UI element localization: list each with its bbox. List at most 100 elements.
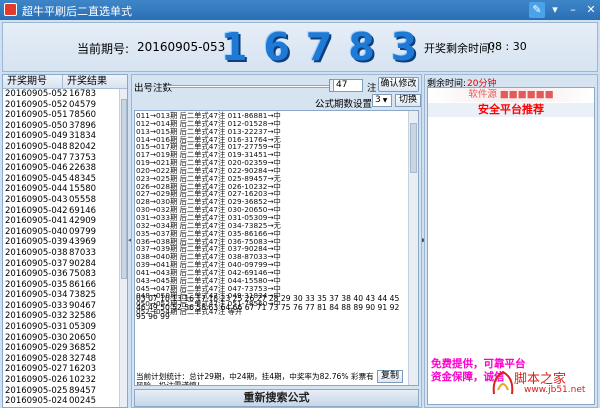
ad-box[interactable]: 软件源 ■■■■■■ 安全平台推荐 免费提供，可靠平台 资金保障，诚信 脚本之家… bbox=[427, 87, 595, 405]
table-row[interactable]: 20160905-02716203 bbox=[3, 364, 119, 375]
period-cell: 20160905-035 bbox=[5, 279, 68, 290]
draw-history-table: 开奖期号 开奖结果 20160905-05216783 20160905-05204… bbox=[2, 74, 128, 408]
period-cell: 20160905-038 bbox=[5, 247, 68, 258]
result-cell: 90284 bbox=[69, 258, 97, 269]
period-value: 20160905-053 bbox=[137, 40, 226, 54]
result-cell: 32748 bbox=[69, 353, 97, 364]
table-row[interactable]: 20160905-02589457 bbox=[3, 386, 119, 397]
app-icon bbox=[4, 3, 17, 16]
scroll-thumb[interactable] bbox=[410, 123, 417, 173]
table-row[interactable]: 20160905-04305558 bbox=[3, 195, 119, 206]
app-window: 超牛平刷后二直选单式 ✎ ▾ – ✕ 当前期号: 20160905-053 16… bbox=[0, 0, 600, 408]
table-row[interactable]: 20160905-03586166 bbox=[3, 280, 119, 291]
close-icon[interactable]: ✕ bbox=[583, 2, 599, 18]
ad-banner-text[interactable]: 软件源 ■■■■■■ bbox=[428, 88, 594, 102]
ad-panel: 剩余时间: 20分钟 软件源 ■■■■■■ 安全平台推荐 免费提供，可靠平台 资… bbox=[424, 74, 598, 408]
column-header-period[interactable]: 开奖期号 bbox=[3, 75, 63, 89]
table-row[interactable]: 20160905-03232586 bbox=[3, 311, 119, 322]
ad-title[interactable]: 安全平台推荐 bbox=[428, 103, 594, 117]
table-row[interactable]: 20160905-04415580 bbox=[3, 184, 119, 195]
copy-button[interactable]: 复制 bbox=[377, 370, 403, 383]
table-row[interactable]: 20160905-03473825 bbox=[3, 290, 119, 301]
confirm-button[interactable]: 确认修改 bbox=[378, 77, 419, 92]
table-row[interactable]: 20160905-03887033 bbox=[3, 248, 119, 259]
table-scrollbar[interactable] bbox=[119, 89, 127, 407]
result-cell: 32586 bbox=[69, 311, 97, 322]
period-cell: 20160905-032 bbox=[5, 311, 68, 322]
table-row[interactable]: 20160905-03020650 bbox=[3, 333, 119, 344]
result-cell: 37896 bbox=[69, 120, 97, 131]
result-cell: 36852 bbox=[69, 343, 97, 354]
table-row[interactable]: 20160905-05204579 bbox=[3, 100, 119, 111]
count-input[interactable]: 47 bbox=[333, 79, 363, 92]
table-row[interactable]: 20160905-04882042 bbox=[3, 142, 119, 153]
table-row[interactable]: 20160905-03943969 bbox=[3, 237, 119, 248]
research-formula-button[interactable]: 重新搜索公式 bbox=[134, 389, 419, 407]
scroll-thumb[interactable] bbox=[121, 99, 127, 279]
table-header: 开奖期号 开奖结果 bbox=[3, 75, 127, 89]
result-cell: 20650 bbox=[69, 332, 97, 343]
period-cell: 20160905-052 bbox=[5, 89, 68, 99]
period-cell: 20160905-030 bbox=[5, 332, 68, 343]
formula-period-value: 3 bbox=[375, 95, 381, 105]
table-row[interactable]: 20160905-03105309 bbox=[3, 322, 119, 333]
result-cell: 16783 bbox=[69, 89, 97, 99]
period-cell: 20160905-027 bbox=[5, 364, 68, 375]
table-row[interactable]: 20160905-04142909 bbox=[3, 216, 119, 227]
period-cell: 20160905-033 bbox=[5, 300, 68, 311]
result-cell: 48345 bbox=[69, 173, 97, 184]
header-panel: 当前期号: 20160905-053 16783 开奖剩余时间： 08 : 30 bbox=[2, 22, 598, 72]
table-row[interactable]: 20160905-03390467 bbox=[3, 301, 119, 312]
table-row[interactable]: 20160905-05216783 bbox=[3, 89, 119, 100]
period-cell: 20160905-045 bbox=[5, 173, 68, 184]
table-row[interactable]: 20160905-03675083 bbox=[3, 269, 119, 280]
result-cell: 82042 bbox=[69, 141, 97, 152]
menu-icon[interactable]: ▾ bbox=[547, 2, 563, 18]
result-cell: 22638 bbox=[69, 163, 97, 174]
result-cell: 90467 bbox=[69, 300, 97, 311]
table-row[interactable]: 20160905-02936852 bbox=[3, 343, 119, 354]
result-cell: 05558 bbox=[69, 194, 97, 205]
table-row[interactable]: 20160905-04622638 bbox=[3, 163, 119, 174]
table-row[interactable]: 20160905-05037896 bbox=[3, 121, 119, 132]
result-cell: 04579 bbox=[69, 99, 97, 110]
result-cell: 87033 bbox=[69, 247, 97, 258]
watermark-url: www.jb51.net bbox=[524, 385, 586, 395]
table-row[interactable]: 20160905-02832748 bbox=[3, 354, 119, 365]
result-cell: 75083 bbox=[69, 269, 97, 280]
result-cell: 69146 bbox=[69, 205, 97, 216]
formula-period-select[interactable]: 3 ▼ bbox=[372, 94, 392, 107]
table-row[interactable]: 20160905-02610232 bbox=[3, 375, 119, 386]
table-row[interactable]: 20160905-04773753 bbox=[3, 153, 119, 164]
result-cell: 89457 bbox=[69, 385, 97, 396]
table-row[interactable]: 20160905-04931834 bbox=[3, 131, 119, 142]
table-row[interactable]: 20160905-04548345 bbox=[3, 174, 119, 185]
period-cell: 20160905-029 bbox=[5, 343, 68, 354]
remain-time-value: 08 : 30 bbox=[488, 40, 527, 53]
column-header-result[interactable]: 开奖结果 bbox=[63, 75, 107, 89]
skin-icon[interactable]: ✎ bbox=[529, 2, 545, 18]
period-cell: 20160905-051 bbox=[5, 110, 68, 121]
switch-button[interactable]: 切换 bbox=[395, 94, 421, 107]
period-cell: 20160905-047 bbox=[5, 152, 68, 163]
result-cell: 42909 bbox=[69, 216, 97, 227]
period-cell: 20160905-046 bbox=[5, 163, 68, 174]
table-row[interactable]: 20160905-05178560 bbox=[3, 110, 119, 121]
period-cell: 20160905-049 bbox=[5, 131, 68, 142]
table-row[interactable]: 20160905-03790284 bbox=[3, 259, 119, 270]
minimize-icon[interactable]: – bbox=[565, 2, 581, 18]
draw-number-display: 16783 bbox=[221, 25, 434, 69]
chevron-down-icon: ▼ bbox=[382, 97, 388, 104]
result-cell: 31834 bbox=[69, 131, 97, 142]
table-row[interactable]: 20160905-02400245 bbox=[3, 396, 119, 407]
summary-text: 当前计划统计：总计29期，中24期，挂4期，中奖率为82.76% 彩票有风险，投… bbox=[136, 372, 374, 386]
result-cell: 15580 bbox=[69, 184, 97, 195]
period-cell: 20160905-028 bbox=[5, 353, 68, 364]
window-title: 超牛平刷后二直选单式 bbox=[22, 5, 132, 18]
period-cell: 20160905-025 bbox=[5, 385, 68, 396]
result-cell: 09799 bbox=[69, 226, 97, 237]
results-textarea[interactable]: 011→013期 后二单式47注 011-86881→中 012→014期 后二单… bbox=[134, 110, 419, 386]
results-scrollbar[interactable] bbox=[408, 111, 418, 385]
table-row[interactable]: 20160905-04269146 bbox=[3, 206, 119, 217]
table-row[interactable]: 20160905-04009799 bbox=[3, 227, 119, 238]
